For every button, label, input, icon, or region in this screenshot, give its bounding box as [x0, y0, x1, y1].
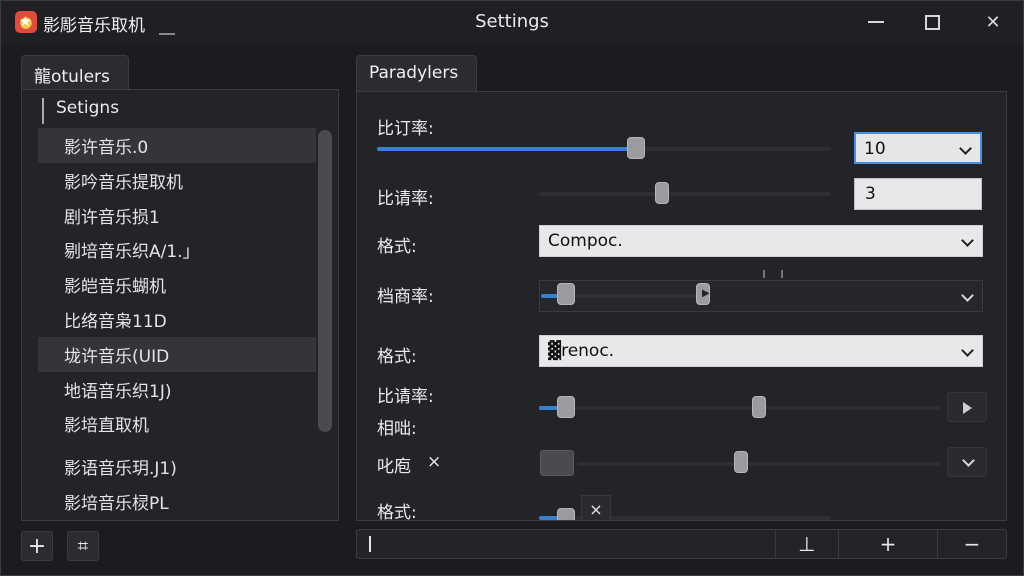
tree-header[interactable]: Setigns [42, 98, 332, 124]
list-item[interactable]: 比络音枭11D [38, 302, 316, 337]
list-item[interactable]: 影语音乐玥.J1) [38, 449, 316, 484]
parameters-panel: 比订率: 10 比请率: 3 格式: Compoc. 档商率: ▶ 格式: ▓r… [356, 91, 1007, 521]
close-button[interactable]: ✕ [973, 7, 1013, 37]
list-item[interactable]: 影许音乐.0 [38, 128, 316, 163]
bottom-toolbar: ⊥ + − [356, 529, 1007, 559]
format-dropdown-2-value: ▓renoc. [548, 341, 615, 361]
format-dropdown-2[interactable]: ▓renoc. [539, 335, 983, 367]
color-swatch[interactable] [540, 450, 574, 476]
list-item[interactable]: 影皑音乐蝴机 [38, 267, 316, 302]
rate-slider-1-fill [377, 147, 636, 151]
format-slider-thumb[interactable] [557, 508, 575, 520]
command-input[interactable] [357, 530, 775, 558]
maximize-icon [924, 14, 940, 30]
rate-slider-2-thumb[interactable] [655, 182, 669, 204]
dual-slider-max-thumb[interactable] [752, 396, 766, 418]
dual-slider[interactable] [539, 406, 941, 410]
format-label-3: 格式: [377, 503, 417, 521]
anchor-button[interactable]: ⊥ [776, 530, 838, 558]
tick-mark [781, 270, 783, 278]
format-label-2: 格式: [377, 347, 417, 367]
add-profile-button[interactable]: + [21, 531, 53, 561]
profile-list-panel: Setigns 影许音乐.0 影吟音乐提取机 剧许音乐损1 剔培音乐织A/1.」 影皑音… [21, 89, 339, 521]
clear-format-button[interactable]: × [581, 495, 611, 520]
range-slider-min-thumb[interactable] [557, 283, 575, 305]
phase-label: 相咄: [377, 419, 417, 439]
rate-label-3: 档商率: [377, 287, 434, 307]
format-dropdown-1-value: Compoc. [548, 231, 623, 251]
color-slider-thumb[interactable] [734, 451, 748, 473]
remove-button[interactable]: − [938, 530, 1006, 558]
close-icon: ✕ [985, 11, 1001, 33]
profile-list: 影许音乐.0 影吟音乐提取机 剧许音乐损1 剔培音乐织A/1.」 影皑音乐蝴机 比络音枭1… [38, 128, 316, 519]
minimize-icon [868, 21, 884, 23]
rate-label-4: 比请率: [377, 387, 434, 407]
list-item[interactable]: 剧许音乐损1 [38, 198, 316, 233]
rate-slider-1[interactable] [377, 147, 831, 151]
chevron-down-icon [961, 344, 974, 357]
text-caret [369, 536, 371, 552]
play-button[interactable] [947, 392, 987, 422]
rate-dropdown-1[interactable]: 10 [854, 132, 982, 164]
chevron-down-icon [961, 234, 974, 247]
color-slider[interactable] [577, 462, 941, 466]
list-item[interactable]: 垅许音乐(UID [38, 336, 316, 372]
chevron-down-icon [962, 454, 975, 467]
rate-dropdown-1-value: 10 [864, 139, 886, 159]
clear-icon[interactable]: × [427, 452, 441, 472]
tick-mark [763, 270, 765, 278]
list-item[interactable]: 影培直取机 [38, 406, 316, 441]
grid-button[interactable]: ⌗ [67, 531, 99, 561]
list-item[interactable]: 剔培音乐织A/1.」 [38, 232, 316, 267]
tab-profiles[interactable]: 龍otulers [21, 55, 129, 89]
range-slider-max-thumb[interactable]: ▶ [696, 283, 710, 305]
app-menu-caret[interactable] [159, 33, 175, 35]
format-dropdown-1[interactable]: Compoc. [539, 225, 983, 257]
rate-input-2[interactable]: 3 [854, 178, 982, 210]
dual-slider-min-thumb[interactable] [557, 396, 575, 418]
list-item[interactable]: 影吟音乐提取机 [38, 163, 316, 198]
list-item[interactable]: 地语音乐织1J) [38, 372, 316, 407]
scrollbar-thumb[interactable] [318, 130, 332, 432]
format-label-1: 格式: [377, 237, 417, 257]
chevron-down-icon [961, 289, 974, 302]
add-button[interactable]: + [839, 530, 937, 558]
minimize-button[interactable] [856, 7, 896, 37]
title-bar: ★ 影彫音乐取机 Settings ✕ [1, 1, 1023, 43]
expand-button[interactable] [947, 447, 987, 477]
color-label: 叱庖 [377, 457, 411, 477]
tab-parameters[interactable]: Paradylers [356, 55, 477, 91]
maximize-button[interactable] [912, 7, 952, 37]
play-icon [963, 402, 972, 414]
rate-label-1: 比订率: [377, 119, 434, 139]
rate-label-2: 比请率: [377, 189, 434, 209]
settings-window: ★ 影彫音乐取机 Settings ✕ 龍otulers Setigns 影许音… [0, 0, 1024, 576]
list-item[interactable]: 影培音乐棂PL [38, 484, 316, 519]
chevron-down-icon [959, 142, 972, 155]
rate-slider-1-thumb[interactable] [627, 137, 645, 159]
rate-slider-2[interactable] [539, 192, 831, 196]
